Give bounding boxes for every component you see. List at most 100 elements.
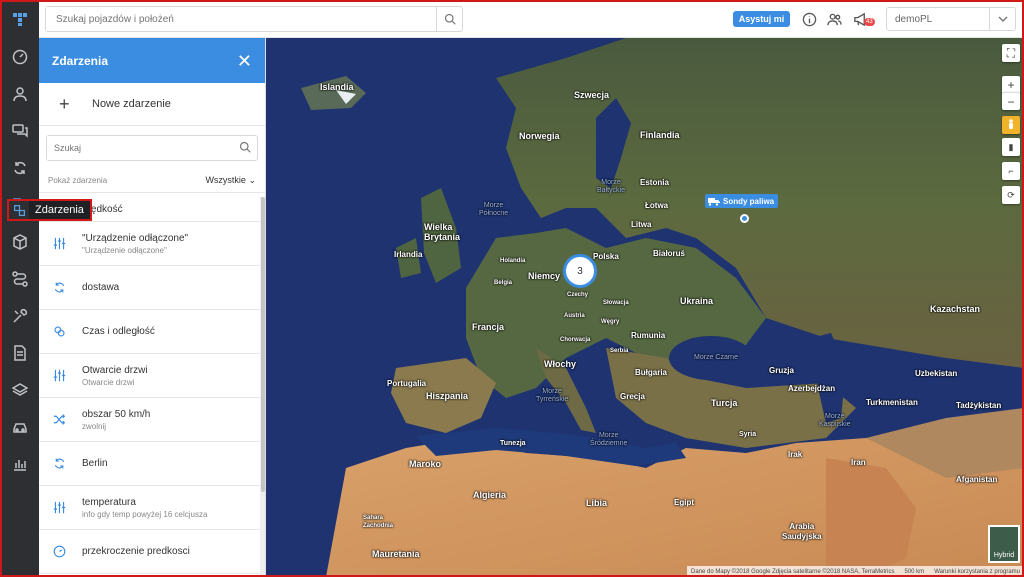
map-label: Holandia — [500, 258, 526, 264]
box-icon[interactable] — [0, 223, 39, 260]
event-list-item[interactable]: Czas i odległość — [39, 310, 260, 354]
search-icon[interactable] — [239, 141, 251, 153]
scrollbar-thumb[interactable] — [261, 197, 265, 492]
street-view-icon[interactable] — [1002, 116, 1020, 134]
vehicle-search — [45, 6, 463, 32]
car-icon[interactable] — [0, 408, 39, 445]
event-name: Czas i odległość — [82, 326, 155, 337]
plus-icon: + — [59, 93, 70, 114]
map-label: Algieria — [473, 490, 507, 500]
ruler-icon[interactable]: ⌐ — [1002, 162, 1020, 180]
event-search-input[interactable] — [47, 136, 217, 160]
map-label: Słowacja — [603, 300, 629, 306]
map-scale: 500 km — [904, 568, 925, 575]
refresh-icon[interactable]: ⟳ — [1002, 186, 1020, 204]
sliders-icon — [53, 369, 82, 382]
zoom-out-button[interactable]: − — [1002, 92, 1020, 110]
top-bar: Asystuj mi 43 demoPL — [39, 0, 1024, 38]
terms-link[interactable]: Warunki korzystania z programu — [934, 569, 1020, 575]
event-name: "Urządzenie odłączone" — [82, 232, 189, 244]
close-icon[interactable]: ✕ — [237, 52, 252, 70]
new-event-label: Nowe zdarzenie — [92, 98, 171, 110]
map-view[interactable]: Islandia Szwecja Finlandia Norwegia Esto… — [266, 38, 1024, 577]
sliders-icon — [53, 501, 82, 514]
new-event-button[interactable]: + Nowe zdarzenie — [39, 83, 265, 126]
refresh-icon[interactable] — [0, 149, 39, 186]
event-text: obszar 50 km/h zwolnij — [82, 409, 150, 431]
user-icon[interactable] — [0, 75, 39, 112]
map-label: Rumunia — [631, 331, 666, 340]
users-icon[interactable] — [825, 10, 843, 28]
filter-label: Pokaż zdarzenia — [48, 176, 108, 185]
map-label: Maroko — [409, 459, 442, 469]
map-label: Węgry — [601, 319, 620, 325]
event-name: przekroczenie predkosci — [82, 546, 190, 557]
vehicle-marker-label[interactable]: Sondy paliwa — [705, 194, 779, 208]
event-list-item[interactable]: obszar 50 km/h zwolnij — [39, 398, 260, 442]
map-label: Syria — [739, 431, 757, 438]
layers-icon[interactable] — [0, 371, 39, 408]
event-list-item[interactable]: dostawa — [39, 266, 260, 310]
panel-header: Zdarzenia ✕ — [39, 38, 265, 83]
sea-label: Morze Śródziemne — [590, 432, 628, 447]
speed-icon — [53, 545, 82, 558]
map-label: Austria — [564, 313, 585, 319]
vehicle-position-marker[interactable] — [740, 214, 749, 223]
map-label: Iran — [851, 458, 866, 467]
map-label: Szwecja — [574, 90, 610, 100]
vehicle-search-input[interactable] — [46, 7, 426, 31]
tools-icon[interactable] — [0, 297, 39, 334]
info-icon[interactable] — [800, 10, 818, 28]
event-description: "Urządzenie odłączone" — [82, 245, 167, 255]
chart-icon[interactable] — [0, 445, 39, 482]
route-icon[interactable] — [0, 260, 39, 297]
event-name: Otwarcie drzwi — [82, 364, 148, 376]
map-label: Arabia Saudyjska — [782, 522, 822, 541]
event-list-item[interactable]: Otwarcie drzwi Otwarcie drzwi — [39, 354, 260, 398]
app-logo[interactable] — [0, 0, 39, 38]
pin-group-icon — [53, 325, 82, 338]
map-label: Norwegia — [519, 131, 560, 141]
map-label: Islandia — [320, 82, 354, 92]
search-icon[interactable] — [436, 7, 462, 31]
map-label: Irlandia — [394, 250, 423, 259]
assist-me-button[interactable]: Asystuj mi — [733, 11, 790, 27]
account-name: demoPL — [895, 14, 933, 25]
events-tooltip: Zdarzenia — [7, 199, 92, 221]
map-label: Polska — [593, 252, 619, 261]
event-text: Otwarcie drzwi Otwarcie drzwi — [82, 365, 148, 387]
truck-icon — [708, 197, 720, 206]
map-label: Estonia — [640, 178, 669, 187]
map-cluster-marker[interactable]: 3 — [563, 254, 597, 288]
map-label: Turcja — [711, 398, 738, 408]
account-select[interactable]: demoPL — [886, 7, 1016, 31]
event-text: dostawa — [82, 282, 119, 293]
event-list-item[interactable]: temperatura info gdy temp powyżej 16 celc… — [39, 486, 260, 530]
events-icon — [9, 201, 29, 219]
event-list-item[interactable]: "Urządzenie odłączone" "Urządzenie odłącz… — [39, 222, 260, 266]
cycle-icon — [53, 281, 82, 294]
fullscreen-icon[interactable]: ⛶ — [1002, 44, 1020, 62]
map-label: Czechy — [567, 292, 589, 298]
map-label: Finlandia — [640, 130, 680, 140]
chevron-down-icon[interactable] — [989, 8, 1015, 30]
event-list-item[interactable]: Berlin — [39, 442, 260, 486]
map-type-toggle[interactable]: Hybrid — [988, 525, 1020, 563]
satellite-map — [266, 38, 1024, 577]
map-label: Niemcy — [528, 271, 561, 281]
dashboard-icon[interactable] — [0, 38, 39, 75]
event-text: "Urządzenie odłączone" "Urządzenie odłącz… — [82, 233, 188, 255]
map-label: Libia — [586, 498, 608, 508]
event-list-item[interactable]: przekroczenie predkosci — [39, 530, 260, 574]
map-label: Tunezja — [500, 440, 526, 447]
sea-label: Morze Północne — [479, 202, 509, 217]
map-label: Belgia — [494, 280, 513, 286]
panel-title: Zdarzenia — [52, 53, 109, 68]
map-label: Łotwa — [645, 201, 669, 210]
document-icon[interactable] — [0, 334, 39, 371]
chat-icon[interactable] — [0, 112, 39, 149]
filter-select[interactable]: Wszystkie ⌄ — [205, 175, 256, 186]
traffic-icon[interactable]: ▮ — [1002, 138, 1020, 156]
shuffle-icon — [53, 413, 82, 426]
map-label: Białoruś — [653, 249, 686, 258]
